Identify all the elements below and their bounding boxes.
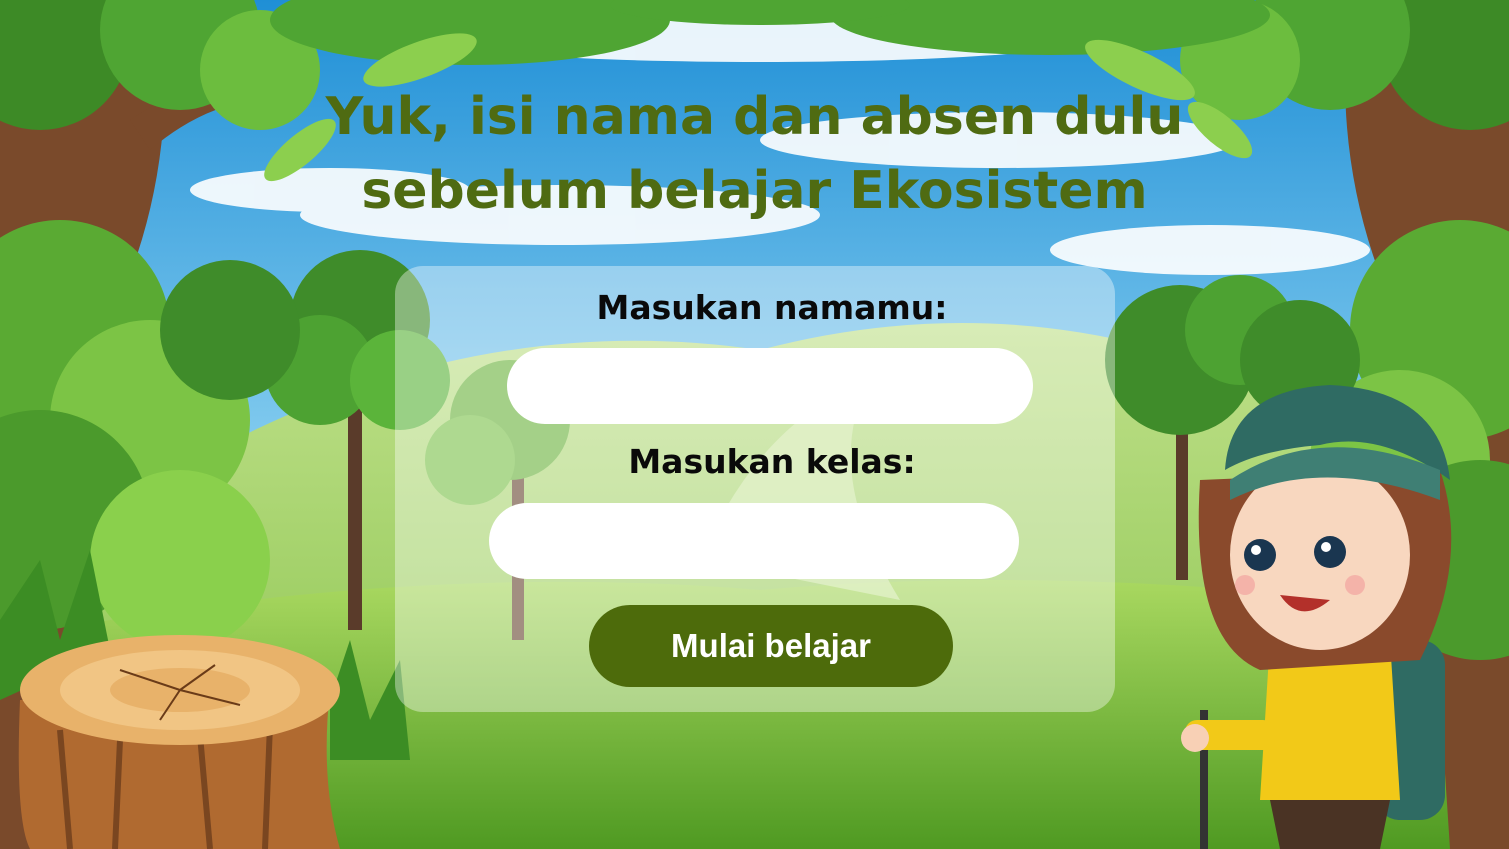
title-line-2: sebelum belajar Ekosistem	[361, 161, 1148, 221]
tree-stump	[18, 635, 340, 849]
name-input[interactable]	[507, 348, 1033, 424]
class-input[interactable]	[489, 503, 1019, 579]
page-title: Yuk, isi nama dan absen dulu sebelum bel…	[0, 80, 1509, 228]
start-learning-button[interactable]: Mulai belajar	[589, 605, 953, 687]
name-label: Masukan namamu:	[596, 288, 948, 327]
class-label: Masukan kelas:	[628, 442, 916, 481]
title-line-1: Yuk, isi nama dan absen dulu	[325, 87, 1184, 147]
